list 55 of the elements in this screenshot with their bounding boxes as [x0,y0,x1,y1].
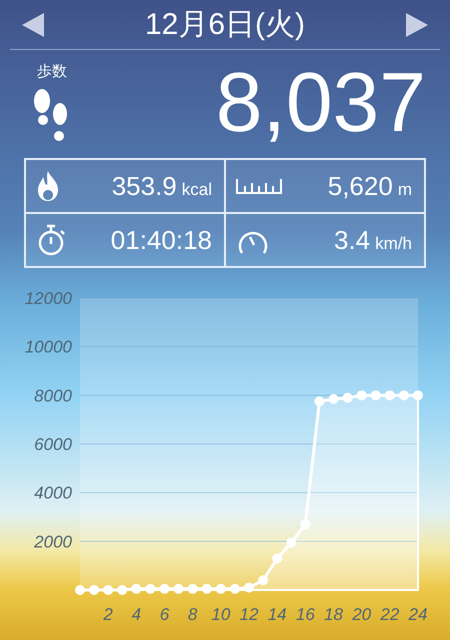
data-point [75,585,85,595]
stat-value: 01:40:18 [110,224,212,256]
x-axis-label: 20 [352,605,372,624]
flame-icon [36,171,60,201]
data-point [131,584,142,594]
stat-value: 3.4 km/h [334,224,412,256]
y-axis-label: 4000 [34,484,72,503]
x-axis-label: 8 [188,605,198,624]
data-point [244,582,254,593]
data-point [328,394,338,404]
y-axis-label: 6000 [34,435,72,454]
ruler-icon [236,178,282,194]
data-point [314,396,324,406]
data-point [188,584,198,594]
data-point [202,584,212,594]
data-point [300,519,310,530]
steps-label: 歩数 [37,62,67,80]
x-axis-label: 12 [240,605,258,624]
data-point [230,584,240,594]
data-point [216,584,226,594]
data-point [145,584,156,594]
data-point [89,585,100,595]
x-axis-label: 24 [408,605,428,624]
data-point [103,585,114,595]
data-point [356,390,367,400]
stat-value: 353.9 kcal [112,170,212,202]
data-point [174,584,184,594]
data-point [286,538,296,548]
data-point [342,392,353,403]
data-point [384,390,395,400]
x-axis-label: 14 [268,605,287,624]
y-axis-label: 8000 [34,386,72,406]
x-axis-label: 6 [160,605,170,624]
next-day-button[interactable] [406,12,428,36]
data-point [160,584,170,594]
step-count: 8,037 [216,54,426,150]
data-point [413,390,423,400]
x-axis-label: 4 [132,605,142,624]
data-point [258,575,268,586]
date-title: 12月6日(火) [144,7,306,43]
x-axis-label: 10 [211,605,230,624]
x-axis-label: 18 [324,605,343,624]
y-axis-label: 2000 [34,532,72,552]
x-axis-label: 16 [296,605,315,624]
data-point [398,390,409,400]
previous-day-button[interactable] [22,12,44,36]
data-point [272,553,282,564]
y-axis-label: 12000 [24,289,72,308]
x-axis-label: 22 [380,605,400,624]
stopwatch-icon [36,224,66,256]
y-axis-label: 10000 [24,338,72,357]
data-point [117,585,128,595]
data-point [370,390,381,400]
x-axis-label: 2 [103,605,113,624]
stat-value: 5,620 m [328,170,412,202]
